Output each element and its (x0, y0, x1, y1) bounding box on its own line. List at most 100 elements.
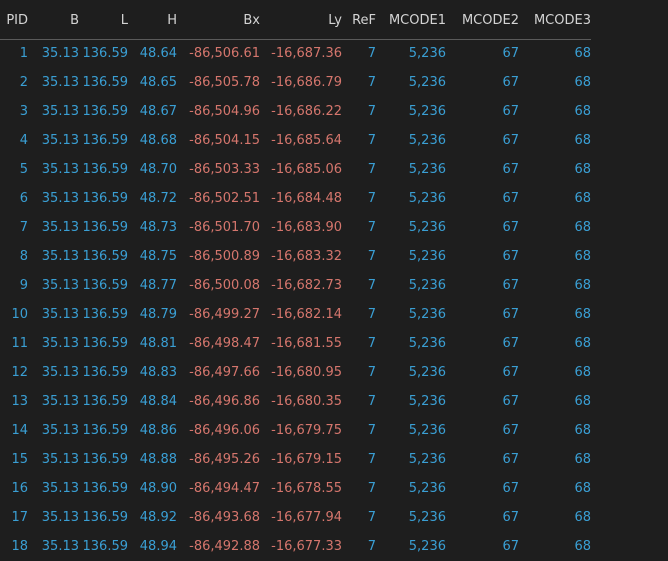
cell-h[interactable]: 48.64 (128, 39, 177, 68)
table-row[interactable]: 16 35.13 136.59 48.90 -86,494.47 -16,678.55 7 5… (0, 474, 591, 503)
table-row[interactable]: 11 35.13 136.59 48.81 -86,498.47 -16,681.55 7 5… (0, 329, 591, 358)
cell-mcode1[interactable]: 5,236 (376, 532, 446, 561)
cell-ref[interactable]: 7 (342, 184, 376, 213)
table-row[interactable]: 18 35.13 136.59 48.94 -86,492.88 -16,677.33 7 5… (0, 532, 591, 561)
cell-ly[interactable]: -16,687.36 (260, 39, 342, 68)
cell-h[interactable]: 48.88 (128, 445, 177, 474)
cell-pid[interactable]: 17 (0, 503, 28, 532)
cell-ly[interactable]: -16,681.55 (260, 329, 342, 358)
cell-mcode3[interactable]: 68 (519, 358, 591, 387)
table-row[interactable]: 8 35.13 136.59 48.75 -86,500.89 -16,683.32 7 5,… (0, 242, 591, 271)
cell-mcode3[interactable]: 68 (519, 97, 591, 126)
cell-mcode3[interactable]: 68 (519, 68, 591, 97)
cell-b[interactable]: 35.13 (28, 445, 79, 474)
table-row[interactable]: 9 35.13 136.59 48.77 -86,500.08 -16,682.73 7 5,… (0, 271, 591, 300)
cell-mcode2[interactable]: 67 (446, 242, 519, 271)
cell-b[interactable]: 35.13 (28, 474, 79, 503)
cell-ly[interactable]: -16,680.35 (260, 387, 342, 416)
column-header-mcode2[interactable]: MCODE2 (446, 0, 519, 40)
table-row[interactable]: 4 35.13 136.59 48.68 -86,504.15 -16,685.64 7 5,… (0, 126, 591, 155)
cell-mcode2[interactable]: 67 (446, 532, 519, 561)
cell-ly[interactable]: -16,685.06 (260, 155, 342, 184)
cell-b[interactable]: 35.13 (28, 532, 79, 561)
cell-b[interactable]: 35.13 (28, 300, 79, 329)
cell-mcode1[interactable]: 5,236 (376, 155, 446, 184)
cell-mcode1[interactable]: 5,236 (376, 387, 446, 416)
cell-mcode3[interactable]: 68 (519, 532, 591, 561)
cell-pid[interactable]: 8 (0, 242, 28, 271)
cell-mcode2[interactable]: 67 (446, 68, 519, 97)
cell-pid[interactable]: 15 (0, 445, 28, 474)
cell-bx[interactable]: -86,500.08 (177, 271, 260, 300)
cell-mcode2[interactable]: 67 (446, 126, 519, 155)
table-row[interactable]: 1 35.13 136.59 48.64 -86,506.61 -16,687.36 7 5,… (0, 39, 591, 68)
cell-h[interactable]: 48.81 (128, 329, 177, 358)
cell-ly[interactable]: -16,677.33 (260, 532, 342, 561)
table-row[interactable]: 6 35.13 136.59 48.72 -86,502.51 -16,684.48 7 5,… (0, 184, 591, 213)
cell-ly[interactable]: -16,683.90 (260, 213, 342, 242)
cell-l[interactable]: 136.59 (79, 300, 129, 329)
cell-mcode2[interactable]: 67 (446, 97, 519, 126)
cell-pid[interactable]: 1 (0, 39, 28, 68)
cell-l[interactable]: 136.59 (79, 126, 129, 155)
cell-b[interactable]: 35.13 (28, 68, 79, 97)
cell-ref[interactable]: 7 (342, 358, 376, 387)
cell-b[interactable]: 35.13 (28, 503, 79, 532)
cell-ref[interactable]: 7 (342, 242, 376, 271)
cell-ref[interactable]: 7 (342, 474, 376, 503)
cell-ref[interactable]: 7 (342, 213, 376, 242)
cell-h[interactable]: 48.65 (128, 68, 177, 97)
cell-mcode2[interactable]: 67 (446, 329, 519, 358)
cell-mcode3[interactable]: 68 (519, 213, 591, 242)
cell-l[interactable]: 136.59 (79, 416, 129, 445)
cell-pid[interactable]: 5 (0, 155, 28, 184)
cell-mcode1[interactable]: 5,236 (376, 126, 446, 155)
cell-b[interactable]: 35.13 (28, 39, 79, 68)
cell-mcode3[interactable]: 68 (519, 126, 591, 155)
cell-h[interactable]: 48.90 (128, 474, 177, 503)
cell-h[interactable]: 48.86 (128, 416, 177, 445)
cell-mcode3[interactable]: 68 (519, 300, 591, 329)
cell-bx[interactable]: -86,492.88 (177, 532, 260, 561)
table-row[interactable]: 14 35.13 136.59 48.86 -86,496.06 -16,679.75 7 5… (0, 416, 591, 445)
cell-h[interactable]: 48.72 (128, 184, 177, 213)
cell-mcode1[interactable]: 5,236 (376, 242, 446, 271)
cell-bx[interactable]: -86,505.78 (177, 68, 260, 97)
cell-pid[interactable]: 3 (0, 97, 28, 126)
cell-l[interactable]: 136.59 (79, 532, 129, 561)
cell-bx[interactable]: -86,495.26 (177, 445, 260, 474)
table-row[interactable]: 10 35.13 136.59 48.79 -86,499.27 -16,682.14 7 5… (0, 300, 591, 329)
cell-pid[interactable]: 18 (0, 532, 28, 561)
cell-mcode3[interactable]: 68 (519, 474, 591, 503)
cell-b[interactable]: 35.13 (28, 213, 79, 242)
column-header-ref[interactable]: ReF (342, 0, 376, 40)
cell-h[interactable]: 48.73 (128, 213, 177, 242)
cell-pid[interactable]: 12 (0, 358, 28, 387)
cell-bx[interactable]: -86,506.61 (177, 39, 260, 68)
cell-mcode3[interactable]: 68 (519, 387, 591, 416)
cell-mcode2[interactable]: 67 (446, 155, 519, 184)
cell-b[interactable]: 35.13 (28, 387, 79, 416)
cell-ref[interactable]: 7 (342, 300, 376, 329)
cell-l[interactable]: 136.59 (79, 474, 129, 503)
table-row[interactable]: 12 35.13 136.59 48.83 -86,497.66 -16,680.95 7 5… (0, 358, 591, 387)
cell-bx[interactable]: -86,503.33 (177, 155, 260, 184)
cell-ly[interactable]: -16,679.15 (260, 445, 342, 474)
cell-mcode2[interactable]: 67 (446, 213, 519, 242)
cell-mcode2[interactable]: 67 (446, 474, 519, 503)
cell-ref[interactable]: 7 (342, 532, 376, 561)
table-row[interactable]: 15 35.13 136.59 48.88 -86,495.26 -16,679.15 7 5… (0, 445, 591, 474)
cell-ly[interactable]: -16,686.22 (260, 97, 342, 126)
cell-b[interactable]: 35.13 (28, 97, 79, 126)
cell-mcode2[interactable]: 67 (446, 503, 519, 532)
cell-l[interactable]: 136.59 (79, 503, 129, 532)
column-header-l[interactable]: L (79, 0, 128, 40)
column-header-pid[interactable]: PID (0, 0, 28, 40)
cell-ref[interactable]: 7 (342, 39, 376, 68)
cell-l[interactable]: 136.59 (79, 68, 129, 97)
cell-ref[interactable]: 7 (342, 97, 376, 126)
cell-ly[interactable]: -16,684.48 (260, 184, 342, 213)
cell-ly[interactable]: -16,682.14 (260, 300, 342, 329)
cell-mcode2[interactable]: 67 (446, 387, 519, 416)
cell-ref[interactable]: 7 (342, 503, 376, 532)
